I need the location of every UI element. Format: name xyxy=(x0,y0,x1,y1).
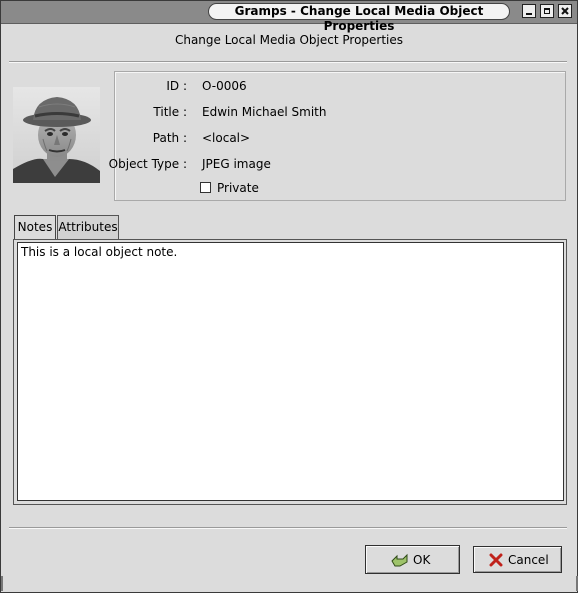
path-value: <local> xyxy=(202,131,251,145)
window-title: Gramps - Change Local Media Object Prope… xyxy=(208,3,510,33)
cancel-button[interactable]: Cancel xyxy=(473,546,562,573)
private-checkbox[interactable] xyxy=(200,182,211,193)
notes-textarea[interactable]: This is a local object note. xyxy=(17,242,564,501)
window-titlebar[interactable]: Gramps - Change Local Media Object Prope… xyxy=(1,1,577,33)
maximize-icon xyxy=(544,8,550,14)
title-label: Title : xyxy=(153,105,187,119)
button-separator xyxy=(9,527,567,529)
minimize-icon xyxy=(526,13,532,15)
cancel-x-icon xyxy=(489,553,503,567)
ok-check-icon xyxy=(391,553,408,567)
minimize-button[interactable] xyxy=(522,4,536,18)
ok-button-label: OK xyxy=(413,553,431,567)
id-value: O-0006 xyxy=(202,79,247,93)
object-type-value: JPEG image xyxy=(202,157,271,171)
tab-notes[interactable]: Notes xyxy=(14,215,56,241)
dialog-window: Gramps - Change Local Media Object Prope… xyxy=(0,0,578,593)
tab-attributes[interactable]: Attributes xyxy=(57,215,119,239)
ok-button[interactable]: OK xyxy=(365,545,460,574)
title-value: Edwin Michael Smith xyxy=(202,105,327,119)
dialog-heading: Change Local Media Object Properties xyxy=(174,33,404,47)
path-label: Path : xyxy=(152,131,187,145)
resize-handle-left[interactable] xyxy=(1,576,11,591)
header-separator xyxy=(9,61,567,63)
private-label[interactable]: Private xyxy=(217,181,259,195)
object-type-label: Object Type : xyxy=(108,157,187,171)
close-icon xyxy=(561,7,569,15)
maximize-button[interactable] xyxy=(540,4,554,18)
cancel-button-label: Cancel xyxy=(508,553,549,567)
resize-handle-right[interactable] xyxy=(568,576,578,591)
close-button[interactable] xyxy=(558,4,572,18)
id-label: ID : xyxy=(166,79,187,93)
